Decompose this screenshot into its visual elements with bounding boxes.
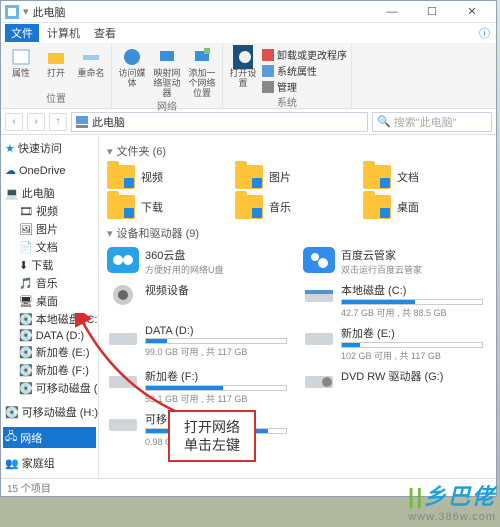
tab-view[interactable]: 查看: [88, 24, 122, 42]
annotation-callout: 打开网络 单击左键: [168, 410, 256, 462]
rib-settings[interactable]: 打开设置: [227, 47, 259, 88]
rib-add-location[interactable]: 添加一个网络位置: [186, 47, 218, 98]
drive-dvd[interactable]: DVD RW 驱动器 (G:): [303, 366, 483, 407]
pc-icon: [76, 116, 88, 128]
close-button[interactable]: ✕: [452, 3, 492, 21]
qat-icon[interactable]: ▾: [23, 5, 29, 18]
folder-videos[interactable]: 视频: [107, 163, 219, 191]
tree-downloads[interactable]: ⬇下载: [3, 256, 96, 274]
drive-360[interactable]: 360云盘方便好用的网络U盘: [107, 245, 287, 278]
tree-docs[interactable]: 📄文档: [3, 238, 96, 256]
drive-e[interactable]: 新加卷 (E:)102 GB 可用 , 共 117 GB: [303, 323, 483, 364]
folder-desktop[interactable]: 桌面: [363, 193, 475, 221]
drive-video[interactable]: 视频设备: [107, 280, 287, 321]
help-icon[interactable]: ⓘ: [479, 25, 496, 41]
maximize-button[interactable]: ☐: [412, 3, 452, 21]
tab-file[interactable]: 文件: [5, 24, 39, 42]
rib-sysprops[interactable]: 系统属性: [262, 63, 347, 78]
tree-network[interactable]: 🖧网络: [3, 427, 96, 448]
tree-thispc[interactable]: 💻此电脑: [3, 184, 96, 202]
rib-uninstall[interactable]: 卸载或更改程序: [262, 47, 347, 62]
tree-datad[interactable]: 💽DATA (D:): [3, 328, 96, 343]
app-icon: [5, 5, 19, 19]
tree-desktop[interactable]: 🖥桌面: [3, 292, 96, 310]
section-folders[interactable]: ▾文件夹 (6): [107, 143, 488, 159]
rib-manage[interactable]: 管理: [262, 79, 347, 94]
rib-rename[interactable]: 重命名: [75, 47, 107, 78]
watermark: ||乡巴佬 www.386w.com: [408, 479, 496, 523]
rib-media[interactable]: 访问媒体: [116, 47, 148, 88]
tree-pictures[interactable]: 🖼图片: [3, 220, 96, 238]
rib-properties[interactable]: 属性: [5, 47, 37, 78]
navbar: ‹ › ↑ 此电脑 🔍 搜索"此电脑": [1, 109, 496, 135]
tab-computer[interactable]: 计算机: [41, 24, 86, 42]
search-icon: 🔍: [377, 115, 391, 128]
minimize-button[interactable]: —: [372, 3, 412, 21]
window-title: 此电脑: [33, 4, 66, 20]
nav-up[interactable]: ↑: [49, 113, 67, 131]
tree-videos[interactable]: 🎞视频: [3, 202, 96, 220]
search-box[interactable]: 🔍 搜索"此电脑": [372, 112, 492, 132]
tree-remg[interactable]: 💽可移动磁盘 (G:): [3, 379, 96, 397]
nav-tree: ★快速访问 ☁OneDrive 💻此电脑 🎞视频 🖼图片 📄文档 ⬇下载 🎵音乐…: [1, 135, 99, 478]
ribbon: 属性 打开 重命名 位置 访问媒体 映射网络驱动器 添加一个网络位置 网络 打开…: [1, 43, 496, 109]
tree-volf[interactable]: 💽新加卷 (F:): [3, 361, 96, 379]
folder-pictures[interactable]: 图片: [235, 163, 347, 191]
tree-quick-access[interactable]: ★快速访问: [3, 139, 96, 157]
tree-homegroup[interactable]: 👥家庭组: [3, 454, 96, 472]
menubar: 文件 计算机 查看 ⓘ: [1, 23, 496, 43]
drive-baidu[interactable]: 百度云管家双击运行百度云管家: [303, 245, 483, 278]
folder-music[interactable]: 音乐: [235, 193, 347, 221]
drives-grid: 360云盘方便好用的网络U盘 百度云管家双击运行百度云管家 视频设备 本地磁盘 …: [107, 245, 488, 450]
tree-music[interactable]: 🎵音乐: [3, 274, 96, 292]
rib-map-drive[interactable]: 映射网络驱动器: [151, 47, 183, 98]
address-bar[interactable]: 此电脑: [71, 112, 368, 132]
titlebar: ▾ 此电脑 — ☐ ✕: [1, 1, 496, 23]
folder-docs[interactable]: 文档: [363, 163, 475, 191]
folder-downloads[interactable]: 下载: [107, 193, 219, 221]
folders-grid: 视频 图片 文档 下载 音乐 桌面: [107, 163, 488, 221]
section-drives[interactable]: ▾设备和驱动器 (9): [107, 225, 488, 241]
drive-d[interactable]: DATA (D:)99.0 GB 可用 , 共 117 GB: [107, 323, 287, 364]
drive-f[interactable]: 新加卷 (F:)53.1 GB 可用 , 共 117 GB: [107, 366, 287, 407]
rib-open[interactable]: 打开: [40, 47, 72, 78]
tree-remh[interactable]: 💽可移动磁盘 (H:): [3, 403, 96, 421]
nav-forward[interactable]: ›: [27, 113, 45, 131]
drive-c[interactable]: 本地磁盘 (C:)42.7 GB 可用 , 共 88.5 GB: [303, 280, 483, 321]
nav-back[interactable]: ‹: [5, 113, 23, 131]
main-pane: ▾文件夹 (6) 视频 图片 文档 下载 音乐 桌面 ▾设备和驱动器 (9) 3…: [99, 135, 496, 478]
tree-localc[interactable]: 💽本地磁盘 (C:): [3, 310, 96, 328]
tree-vole[interactable]: 💽新加卷 (E:): [3, 343, 96, 361]
tree-onedrive[interactable]: ☁OneDrive: [3, 163, 96, 178]
